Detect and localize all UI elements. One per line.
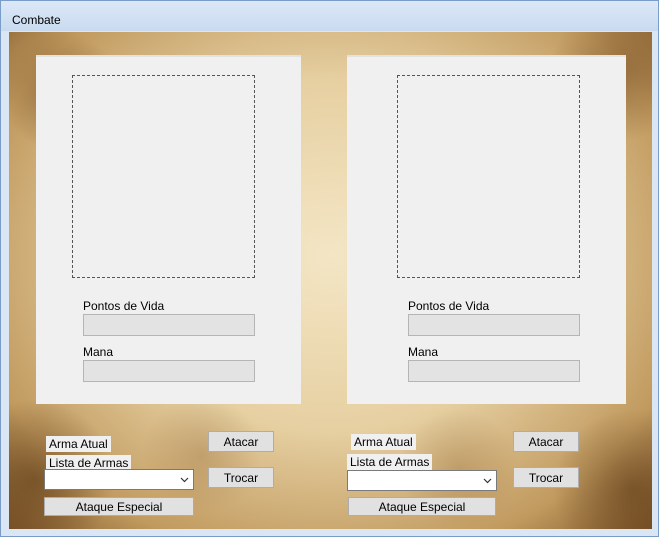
title-bar[interactable]: Combate <box>1 1 658 31</box>
player-1-mana-label: Mana <box>83 345 114 359</box>
combat-area: Pontos de Vida Mana Pontos de Vida Mana … <box>9 32 652 529</box>
player-2-hp-label: Pontos de Vida <box>408 299 490 313</box>
player-1-panel: Pontos de Vida Mana <box>36 55 301 404</box>
player-1-hp-field <box>83 314 255 336</box>
chevron-down-icon <box>180 477 189 483</box>
player-2-swap-button[interactable]: Trocar <box>513 467 579 488</box>
player-2-mana-label: Mana <box>408 345 439 359</box>
combat-window: Combate Pontos de Vida Mana Pontos de Vi… <box>0 0 659 537</box>
player-1-mana-field <box>83 360 255 382</box>
player-1-weapon-select[interactable] <box>44 469 194 490</box>
player-2-current-weapon-label: Arma Atual <box>351 434 416 450</box>
player-2-portrait <box>397 75 580 278</box>
chevron-down-icon <box>483 478 492 484</box>
player-2-mana-field <box>408 360 580 382</box>
player-1-portrait <box>72 75 255 278</box>
window-title: Combate <box>12 13 61 27</box>
player-2-attack-button[interactable]: Atacar <box>513 431 579 452</box>
player-2-panel: Pontos de Vida Mana <box>347 55 626 404</box>
player-1-attack-button[interactable]: Atacar <box>208 431 274 452</box>
player-2-weapon-select[interactable] <box>347 470 497 491</box>
player-2-weapons-list-label: Lista de Armas <box>347 454 433 470</box>
player-1-swap-button[interactable]: Trocar <box>208 467 274 488</box>
player-2-hp-field <box>408 314 580 336</box>
player-2-special-attack-button[interactable]: Ataque Especial <box>348 497 496 516</box>
player-1-current-weapon-label: Arma Atual <box>46 436 111 452</box>
player-1-hp-label: Pontos de Vida <box>83 299 165 313</box>
player-1-special-attack-button[interactable]: Ataque Especial <box>44 497 194 516</box>
